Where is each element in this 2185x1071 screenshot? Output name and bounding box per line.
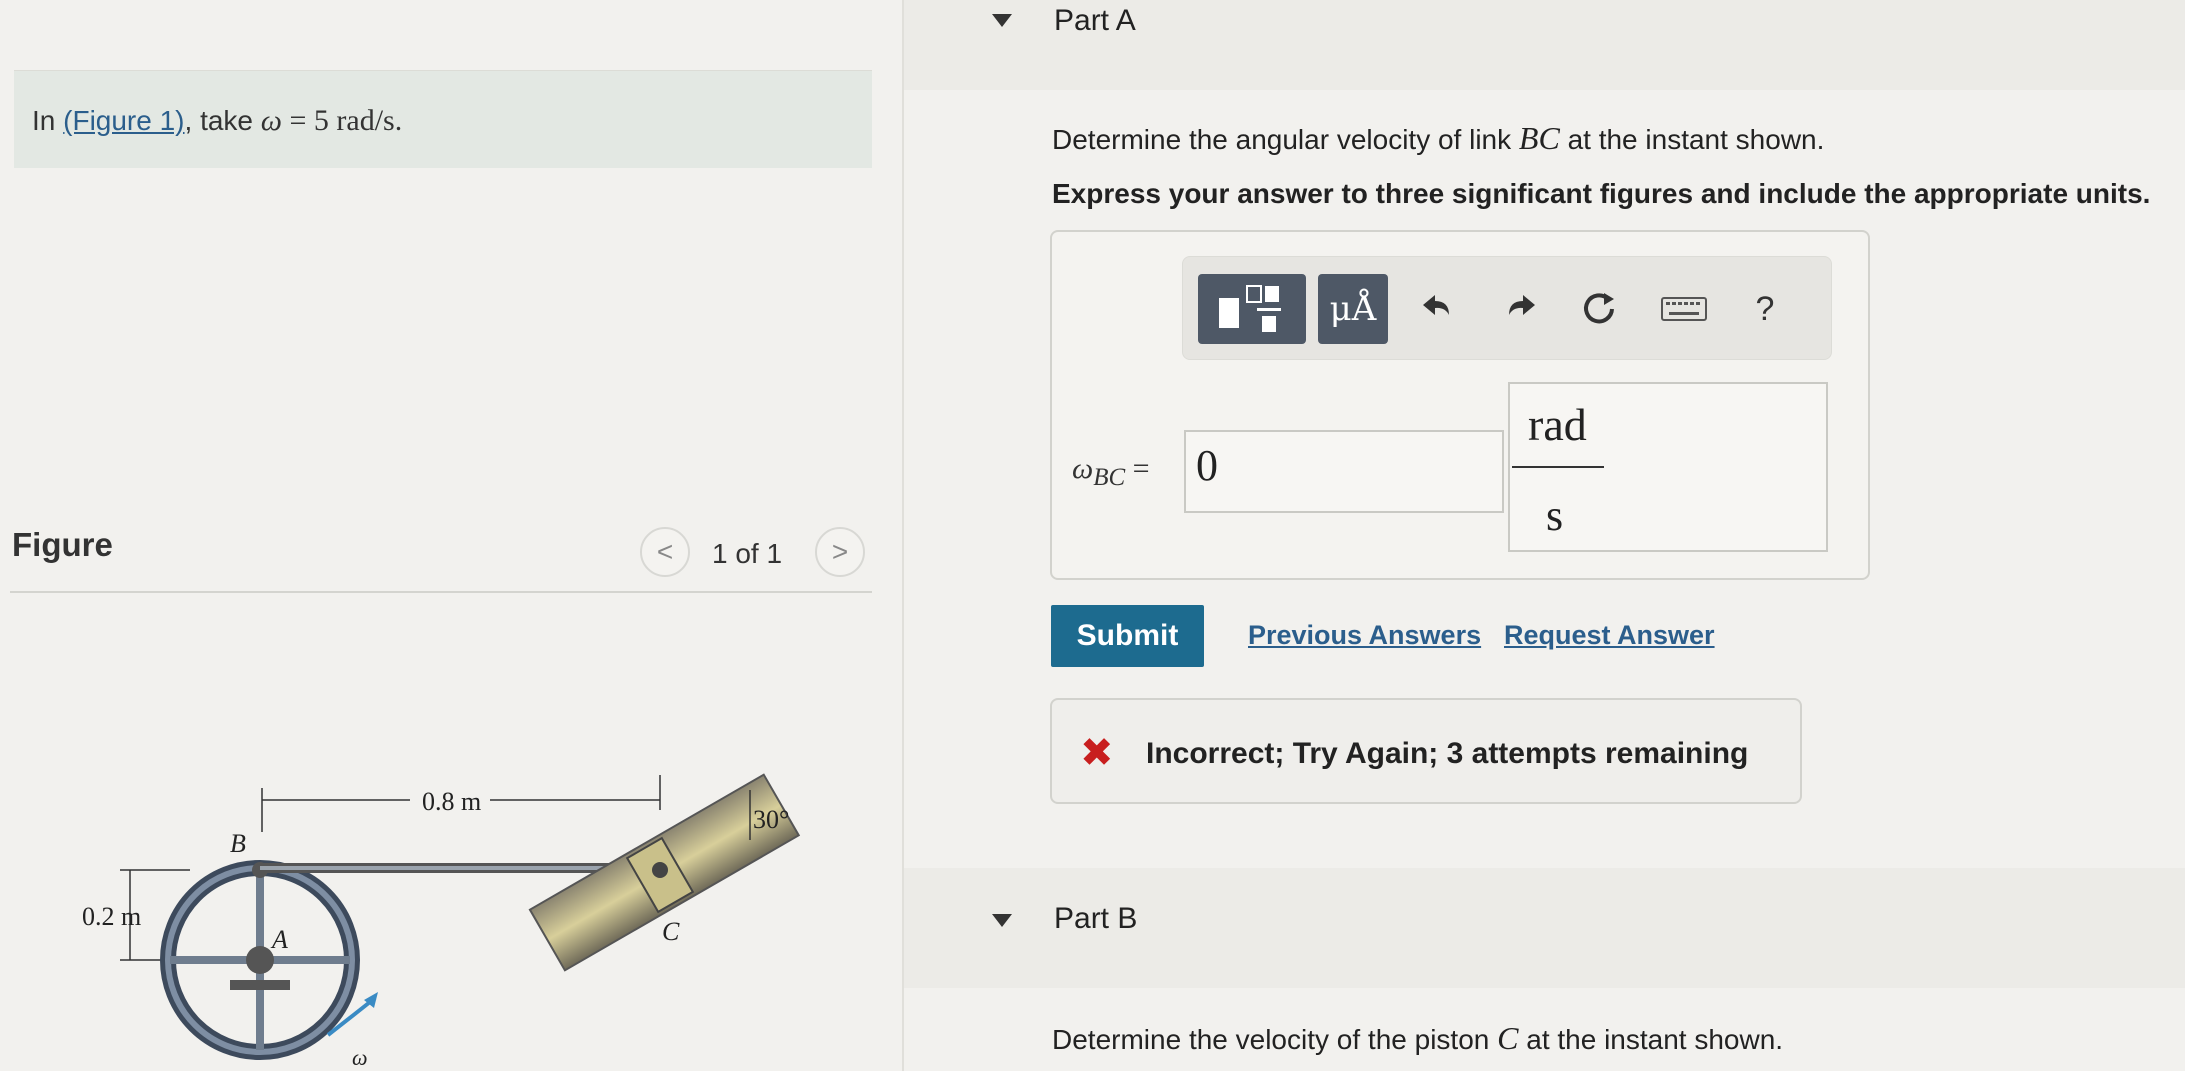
figure-label: Figure: [12, 526, 113, 563]
answer-symbol: ω: [1072, 452, 1094, 485]
figure-next-button[interactable]: >: [815, 527, 865, 577]
redo-icon[interactable]: [1498, 284, 1548, 334]
label-A: A: [270, 925, 288, 954]
units-button[interactable]: μÅ: [1318, 274, 1388, 344]
question-suffix: at the instant shown.: [1559, 124, 1825, 155]
part-b-title: Part B: [1054, 902, 1138, 935]
feedback-text: Incorrect; Try Again; 3 attempts remaini…: [1146, 737, 1749, 770]
question-prefix: Determine the angular velocity of link: [1052, 124, 1519, 155]
error-icon: ✖: [1080, 731, 1114, 775]
answer-label: ωBC =: [1072, 452, 1150, 492]
page: In (Figure 1), take ω = 5 rad/s. Figure …: [0, 0, 2185, 1071]
help-button[interactable]: ?: [1740, 284, 1790, 334]
question-suffix: at the instant shown.: [1518, 1024, 1784, 1055]
request-answer-link[interactable]: Request Answer: [1504, 620, 1715, 651]
keyboard-icon[interactable]: [1659, 284, 1709, 334]
previous-answers-link[interactable]: Previous Answers: [1248, 620, 1481, 651]
question-variable: C: [1497, 1020, 1519, 1056]
part-a-instruction: Express your answer to three significant…: [1052, 178, 2151, 209]
omega-symbol: ω: [260, 104, 282, 137]
label-B: B: [230, 829, 246, 858]
answer-value-input[interactable]: 0: [1184, 430, 1504, 513]
pin-A: [246, 946, 274, 974]
problem-middle: , take: [184, 105, 261, 136]
angle-label: 30°: [753, 805, 789, 834]
figure-counter: 1 of 1: [712, 538, 783, 569]
unit-numerator: rad: [1528, 399, 1587, 450]
left-panel: In (Figure 1), take ω = 5 rad/s. Figure …: [0, 0, 890, 1071]
question-prefix: Determine the velocity of the piston: [1052, 1024, 1498, 1055]
figure-prev-button[interactable]: <: [640, 527, 690, 577]
templates-icon: [1219, 285, 1281, 332]
unit-denominator: s: [1546, 491, 1564, 540]
undo-icon[interactable]: [1410, 284, 1460, 334]
equals: =: [281, 104, 314, 137]
dim-vertical-label: 0.2 m: [82, 902, 141, 931]
problem-math: ω = 5 rad/s.: [261, 104, 402, 137]
label-C: C: [662, 917, 680, 946]
chevron-right-icon: >: [831, 536, 849, 567]
unit-fraction-bar: [1512, 466, 1604, 468]
reset-icon[interactable]: [1575, 284, 1625, 334]
answer-subscript: BC: [1093, 464, 1126, 491]
problem-statement: In (Figure 1), take ω = 5 rad/s.: [32, 104, 402, 138]
figure-divider: [10, 591, 872, 593]
figure-link[interactable]: (Figure 1): [63, 105, 184, 136]
mechanism-figure: 0.8 m 0.2 m B A ω C 30°: [82, 773, 801, 1070]
question-variable: BC: [1518, 120, 1560, 156]
problem-prefix: In: [32, 105, 64, 136]
part-a-question: Determine the angular velocity of link B…: [1052, 120, 1824, 157]
caret-down-icon[interactable]: [992, 14, 1012, 27]
submit-button[interactable]: Submit: [1051, 605, 1204, 667]
answer-equals: =: [1132, 452, 1150, 485]
chevron-left-icon: <: [656, 536, 674, 567]
omega-value: 5 rad/s.: [313, 104, 403, 137]
label-omega: ω: [352, 1045, 368, 1070]
part-b-question: Determine the velocity of the piston C a…: [1052, 1020, 1783, 1057]
templates-button[interactable]: [1198, 274, 1306, 344]
dim-horizontal-label: 0.8 m: [422, 787, 481, 816]
part-a-title: Part A: [1054, 4, 1136, 37]
caret-down-icon[interactable]: [992, 914, 1012, 927]
